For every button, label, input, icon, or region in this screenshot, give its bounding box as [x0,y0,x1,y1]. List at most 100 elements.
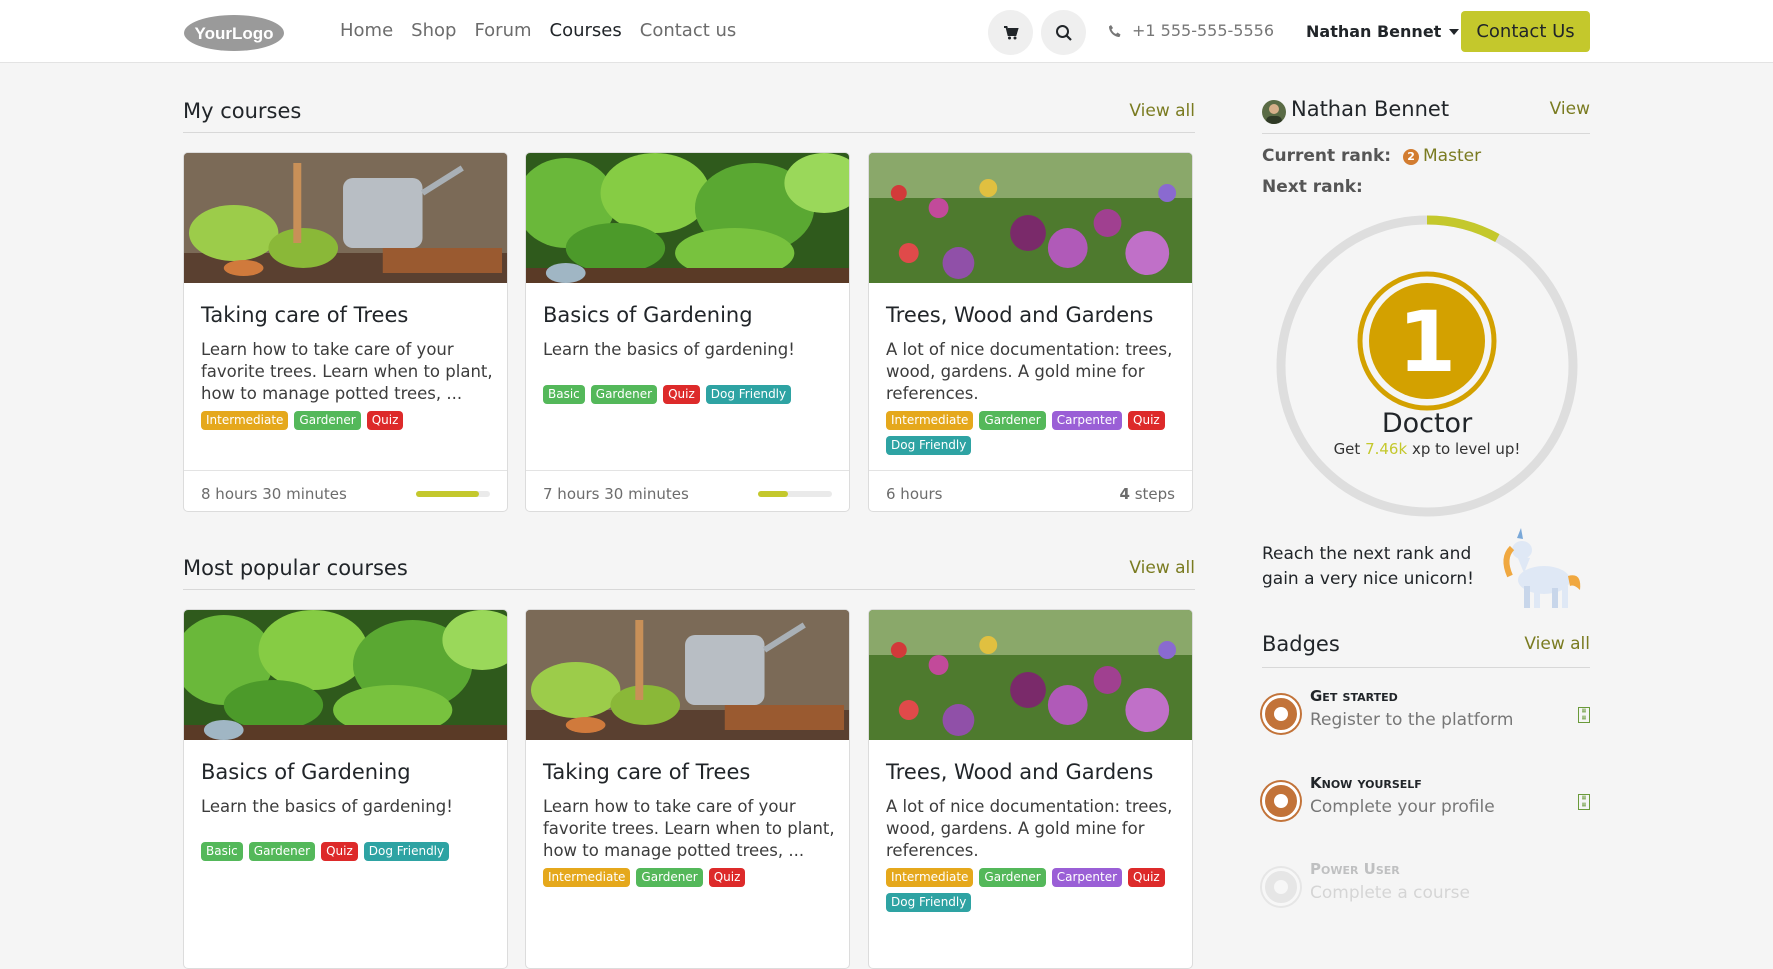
profile-view-link[interactable]: View [1550,99,1590,119]
badge-name: Power User [1310,860,1400,878]
tag-quiz[interactable]: Quiz [1128,868,1165,887]
section-title: Badges [1262,632,1340,656]
course-progress-bar [416,491,490,497]
course-image-flowers [869,610,1192,740]
course-title[interactable]: Trees, Wood and Gardens [886,303,1153,327]
tag-dog-friendly[interactable]: Dog Friendly [886,893,972,912]
profile-name[interactable]: Nathan Bennet [1291,97,1449,121]
next-rank-label: Next rank: [1262,177,1363,197]
badge-item-locked[interactable]: Power User Complete a course [1262,856,1590,916]
badge-item[interactable]: Get started Register to the platform ▦ ▦ [1262,683,1590,743]
tag-intermediate[interactable]: Intermediate [543,868,631,887]
logo[interactable]: YourLogo [183,13,285,53]
course-tags: Intermediate Gardener Quiz [201,411,496,430]
tag-dog-friendly[interactable]: Dog Friendly [705,385,792,404]
view-all-link[interactable]: View all [1129,101,1195,121]
tag-quiz[interactable]: Quiz [321,842,358,861]
course-title[interactable]: Basics of Gardening [201,760,411,784]
tag-gardener[interactable]: Gardener [248,842,316,861]
tag-quiz[interactable]: Quiz [366,411,404,430]
search-button[interactable] [1041,10,1086,55]
course-tags: Basic Gardener Quiz Dog Friendly [543,385,838,404]
course-card[interactable]: Trees, Wood and Gardens A lot of nice do… [868,152,1193,512]
course-title[interactable]: Basics of Gardening [543,303,753,327]
nav-contact[interactable]: Contact us [640,20,737,41]
avatar[interactable] [1262,100,1286,124]
course-card[interactable]: Taking care of Trees Learn how to take c… [525,609,850,969]
badge-name: Know yourself [1310,774,1422,792]
badge-description: Register to the platform [1310,710,1514,730]
phone-link[interactable]: +1 555-555-5556 [1108,21,1274,40]
badge-description: Complete your profile [1310,797,1495,817]
tag-intermediate[interactable]: Intermediate [201,411,289,430]
badge-description: Complete a course [1310,883,1470,903]
course-description: Learn how to take care of your favorite … [543,797,835,860]
course-image-trees [526,610,849,740]
view-all-link[interactable]: View all [1524,634,1590,654]
current-rank-value[interactable]: Master [1423,146,1481,166]
logo-text: YourLogo [195,24,274,43]
course-duration: 7 hours 30 minutes [543,485,689,503]
course-tags: Intermediate Gardener Quiz [543,868,838,887]
nav-courses[interactable]: Courses [550,20,622,41]
top-navbar: YourLogo Home Shop Forum Courses Contact… [0,0,1773,63]
badge-medal-icon [1262,782,1300,820]
profile-header: Nathan Bennet View [1262,97,1590,134]
xp-suffix: xp to level up! [1411,440,1521,458]
tag-quiz[interactable]: Quiz [663,385,700,404]
tag-intermediate[interactable]: Intermediate [886,868,974,887]
chevron-down-icon [1449,28,1460,35]
course-description: Learn how to take care of your favorite … [201,340,493,403]
course-image-trees [184,153,507,283]
tag-basic[interactable]: Basic [201,842,243,861]
phone-number: +1 555-555-5556 [1132,21,1275,40]
tag-gardener[interactable]: Gardener [636,868,703,887]
course-description: A lot of nice documentation: trees, wood… [886,797,1173,860]
tag-dog-friendly[interactable]: Dog Friendly [886,436,972,455]
tag-quiz[interactable]: Quiz [1128,411,1165,430]
course-duration: 6 hours [886,485,943,503]
user-dropdown[interactable]: Nathan Bennet [1306,22,1460,41]
course-image-gardening [184,610,507,740]
course-progress-bar [758,491,832,497]
badge-name: Get started [1310,687,1398,705]
tag-gardener[interactable]: Gardener [294,411,361,430]
course-title[interactable]: Trees, Wood and Gardens [886,760,1153,784]
badge-medal-icon [1262,868,1300,906]
tag-basic[interactable]: Basic [543,385,585,404]
course-card[interactable]: Basics of Gardening Learn the basics of … [183,609,508,969]
tag-gardener[interactable]: Gardener [590,385,658,404]
nav-shop[interactable]: Shop [411,20,456,41]
steps-count: 4 [1119,485,1130,503]
current-rank: Current rank: 2 Master [1262,146,1481,166]
course-title[interactable]: Taking care of Trees [201,303,408,327]
contact-us-button[interactable]: Contact Us [1461,11,1590,52]
badge-item[interactable]: Know yourself Complete your profile ▦ ▦ [1262,770,1590,830]
course-tags: Intermediate Gardener Carpenter Quiz Dog… [886,411,1181,455]
nav-home[interactable]: Home [340,20,393,41]
section-title: Most popular courses [183,556,408,580]
rank-number: 1 [1398,293,1456,391]
tag-intermediate[interactable]: Intermediate [886,411,974,430]
course-footer: 6 hours 4 steps [869,470,1192,511]
rank-progress-ring: 1 [1276,215,1578,517]
tag-dog-friendly[interactable]: Dog Friendly [363,842,450,861]
tag-quiz[interactable]: Quiz [708,868,746,887]
course-card[interactable]: Basics of Gardening Learn the basics of … [525,152,850,512]
section-title: My courses [183,99,302,123]
nav-forum[interactable]: Forum [474,20,531,41]
view-all-link[interactable]: View all [1129,558,1195,578]
course-title[interactable]: Taking care of Trees [543,760,750,784]
badges-header: Badges View all [1262,632,1590,668]
cart-icon [1003,25,1019,39]
tag-carpenter[interactable]: Carpenter [1051,411,1123,430]
qr-code-icon: ▦ ▦ [1578,794,1590,810]
cart-button[interactable] [988,10,1033,55]
tag-gardener[interactable]: Gardener [979,411,1046,430]
tag-carpenter[interactable]: Carpenter [1051,868,1123,887]
course-image-flowers [869,153,1192,283]
popular-courses-header: Most popular courses View all [183,556,1195,590]
tag-gardener[interactable]: Gardener [979,868,1046,887]
course-card[interactable]: Taking care of Trees Learn how to take c… [183,152,508,512]
course-card[interactable]: Trees, Wood and Gardens A lot of nice do… [868,609,1193,969]
